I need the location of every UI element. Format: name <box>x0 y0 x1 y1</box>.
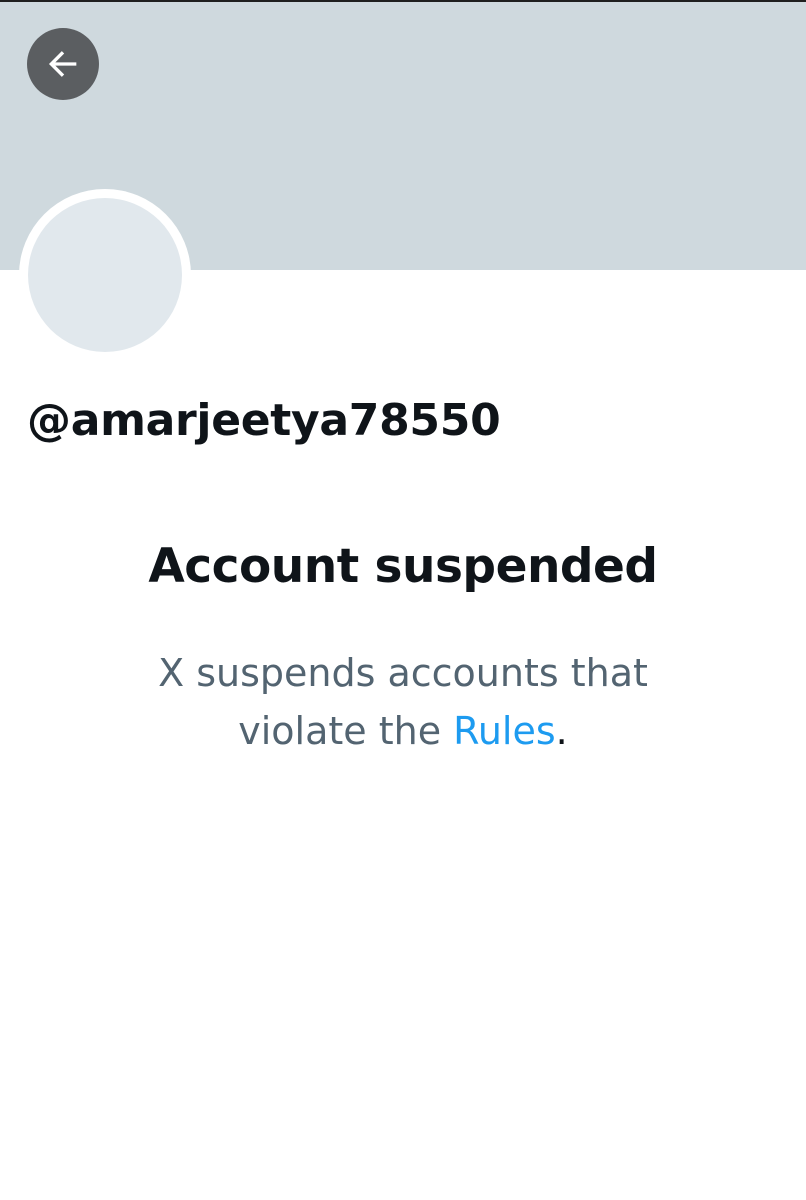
rules-link[interactable]: Rules <box>453 709 556 753</box>
suspension-title: Account suspended <box>148 539 658 594</box>
arrow-left-icon <box>43 44 83 84</box>
suspension-line-1: X suspends accounts that <box>158 651 648 695</box>
suspension-description: X suspends accounts that violate the Rul… <box>103 644 703 760</box>
avatar <box>28 198 182 352</box>
avatar-frame <box>19 189 191 361</box>
suspension-line-2-prefix: violate the <box>238 709 454 753</box>
back-button[interactable] <box>27 28 99 100</box>
suspension-period: . <box>555 709 568 753</box>
profile-handle: @amarjeetya78550 <box>27 395 501 446</box>
